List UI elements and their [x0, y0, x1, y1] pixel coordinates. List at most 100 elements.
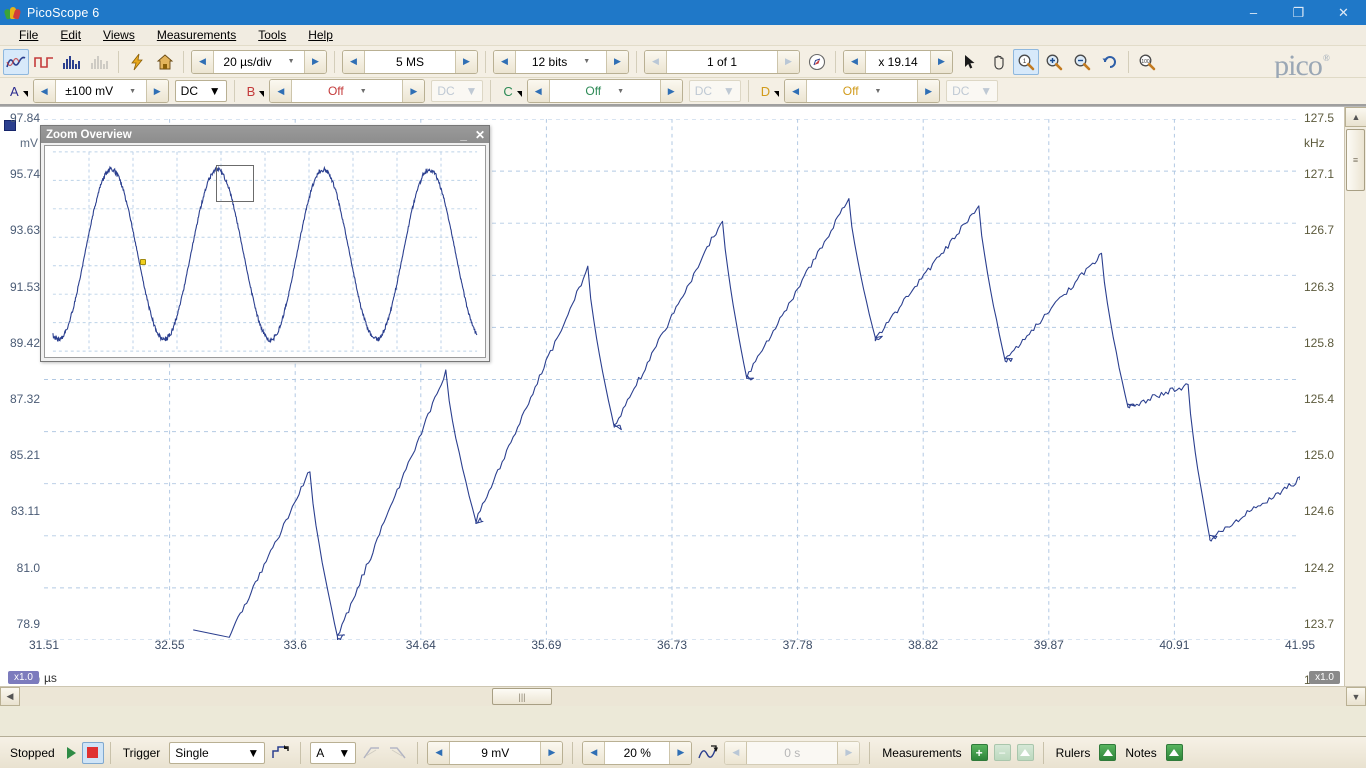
trigger-mode-select[interactable]: Single ▼ — [169, 742, 265, 764]
chevron-down-icon[interactable]: ▼ — [617, 88, 624, 95]
channel-a-range-increase[interactable]: ▶ — [146, 80, 168, 102]
maximize-icon[interactable]: ❐ — [1276, 0, 1321, 25]
post-trigger-delay-increase[interactable]: ▶ — [837, 742, 859, 764]
buffer-navigator-spinner[interactable]: ◀ 1 of 1 ▶ — [644, 50, 800, 74]
y-axis-right-multiplier-badge[interactable]: x1.0 — [1309, 671, 1340, 684]
resolution-field[interactable]: 12 bits ▼ — [516, 51, 606, 73]
zoom-select-tool-icon[interactable]: 1 — [1013, 49, 1039, 75]
close-icon[interactable]: ✕ — [1321, 0, 1366, 25]
stop-button[interactable] — [82, 742, 104, 764]
chevron-down-icon[interactable]: ▼ — [583, 58, 590, 65]
channel-c-range-increase[interactable]: ▶ — [660, 80, 682, 102]
menu-tools[interactable]: Tools — [247, 26, 297, 44]
post-trigger-delay-spinner[interactable]: ◀ 0 s ▶ — [724, 741, 860, 765]
trigger-level-increase[interactable]: ▶ — [540, 742, 562, 764]
timebase-spinner[interactable]: ◀ 20 µs/div ▼ ▶ — [191, 50, 327, 74]
scroll-up-icon[interactable]: ▲ — [1345, 107, 1366, 127]
zoom-factor-spinner[interactable]: ◀ x 19.14 ▶ — [843, 50, 953, 74]
chevron-down-icon[interactable]: ▼ — [288, 58, 295, 65]
vertical-scroll-thumb[interactable]: ≡ — [1346, 129, 1365, 191]
channel-d-range-decrease[interactable]: ◀ — [785, 80, 807, 102]
pretrigger-spinner[interactable]: ◀ 20 % ▶ — [582, 741, 692, 765]
samples-decrease-button[interactable]: ◀ — [343, 51, 365, 73]
post-trigger-delay-decrease[interactable]: ◀ — [725, 742, 747, 764]
run-icon[interactable] — [67, 747, 76, 759]
channel-d-range-increase[interactable]: ▶ — [917, 80, 939, 102]
resolution-decrease-button[interactable]: ◀ — [494, 51, 516, 73]
channel-a-range-decrease[interactable]: ◀ — [34, 80, 56, 102]
timebase-field[interactable]: 20 µs/div ▼ — [214, 51, 304, 73]
rulers-expand-button[interactable] — [1099, 744, 1116, 761]
menu-help[interactable]: Help — [297, 26, 344, 44]
auto-setup-icon[interactable] — [124, 49, 150, 75]
advanced-trigger-icon[interactable] — [268, 741, 294, 765]
trigger-delay-icon[interactable] — [695, 741, 721, 765]
minimize-icon[interactable]: – — [1231, 0, 1276, 25]
falling-edge-icon[interactable] — [385, 741, 411, 765]
zoom-overview-window[interactable]: Zoom Overview _ ✕ — [40, 125, 490, 362]
scroll-right-icon[interactable]: ▼ — [1346, 687, 1366, 706]
samples-field[interactable]: 5 MS — [365, 51, 455, 73]
vertical-scrollbar[interactable]: ▲ ≡ — [1344, 107, 1366, 706]
trigger-level-spinner[interactable]: ◀ 9 mV ▶ — [427, 741, 563, 765]
channel-c-range-field[interactable]: Off ▼ — [550, 80, 660, 102]
pretrigger-increase[interactable]: ▶ — [669, 742, 691, 764]
channel-b-range-increase[interactable]: ▶ — [402, 80, 424, 102]
post-trigger-delay-field[interactable]: 0 s — [747, 742, 837, 764]
chevron-down-icon[interactable]: ▼ — [129, 88, 136, 95]
spectrum-view-icon[interactable] — [59, 49, 85, 75]
scroll-left-icon[interactable]: ◀ — [0, 687, 20, 706]
measurements-expand-button[interactable] — [1017, 744, 1034, 761]
trigger-source-select[interactable]: A ▼ — [310, 742, 356, 764]
channel-a-range-spinner[interactable]: ◀ ±100 mV ▼ ▶ — [33, 79, 169, 103]
buffer-previous-button[interactable]: ◀ — [645, 51, 667, 73]
zoom-overview-minimize-icon[interactable]: _ — [460, 129, 467, 141]
zoom-overview-titlebar[interactable]: Zoom Overview _ ✕ — [41, 126, 489, 143]
hand-pan-tool-icon[interactable] — [985, 49, 1011, 75]
buffer-navigator-icon[interactable] — [804, 49, 830, 75]
zoom-in-icon[interactable] — [1041, 49, 1067, 75]
zoom-100-icon[interactable]: 100 — [1134, 49, 1160, 75]
x-axis-multiplier-badge[interactable]: x1.0 — [8, 671, 39, 684]
overview-cursor-marker[interactable] — [140, 259, 146, 265]
channel-c-range-spinner[interactable]: ◀ Off ▼ ▶ — [527, 79, 683, 103]
zoom-in-step-button[interactable]: ▶ — [930, 51, 952, 73]
horizontal-scroll-thumb[interactable]: ||| — [492, 688, 552, 705]
menu-file[interactable]: File — [8, 26, 49, 44]
buffer-next-button[interactable]: ▶ — [777, 51, 799, 73]
channel-c-range-decrease[interactable]: ◀ — [528, 80, 550, 102]
menu-measurements[interactable]: Measurements — [146, 26, 247, 44]
rising-edge-icon[interactable] — [359, 741, 385, 765]
zoom-out-icon[interactable] — [1069, 49, 1095, 75]
channel-d-range-spinner[interactable]: ◀ Off ▼ ▶ — [784, 79, 940, 103]
timebase-decrease-button[interactable]: ◀ — [192, 51, 214, 73]
chevron-down-icon[interactable]: ▼ — [209, 84, 221, 98]
horizontal-scrollbar[interactable]: ◀ ||| ▼ — [0, 686, 1366, 706]
channel-b-range-spinner[interactable]: ◀ Off ▼ ▶ — [269, 79, 425, 103]
zoom-out-step-button[interactable]: ◀ — [844, 51, 866, 73]
zoom-overview-body[interactable] — [44, 145, 486, 358]
chevron-down-icon[interactable]: ▼ — [360, 88, 367, 95]
channel-d-range-field[interactable]: Off ▼ — [807, 80, 917, 102]
channel-c-menu-button[interactable]: C — [503, 84, 521, 99]
channel-a-coupling-select[interactable]: DC ▼ — [175, 80, 227, 102]
menu-views[interactable]: Views — [92, 26, 146, 44]
notes-expand-button[interactable] — [1166, 744, 1183, 761]
channel-b-range-decrease[interactable]: ◀ — [270, 80, 292, 102]
zoom-factor-field[interactable]: x 19.14 — [866, 51, 930, 73]
remove-measurement-button[interactable]: − — [994, 744, 1011, 761]
zoom-overview-close-icon[interactable]: ✕ — [475, 129, 485, 141]
channel-b-menu-button[interactable]: B — [247, 84, 265, 99]
channel-a-range-field[interactable]: ±100 mV ▼ — [56, 80, 146, 102]
pretrigger-field[interactable]: 20 % — [605, 742, 669, 764]
channel-d-menu-button[interactable]: D — [761, 84, 779, 99]
samples-increase-button[interactable]: ▶ — [455, 51, 477, 73]
undo-zoom-icon[interactable] — [1097, 49, 1123, 75]
chevron-down-icon[interactable]: ▼ — [338, 746, 350, 760]
samples-spinner[interactable]: ◀ 5 MS ▶ — [342, 50, 478, 74]
timebase-increase-button[interactable]: ▶ — [304, 51, 326, 73]
pointer-tool-icon[interactable] — [957, 49, 983, 75]
resolution-spinner[interactable]: ◀ 12 bits ▼ ▶ — [493, 50, 629, 74]
menu-edit[interactable]: Edit — [49, 26, 92, 44]
square-wave-view-icon[interactable] — [31, 49, 57, 75]
